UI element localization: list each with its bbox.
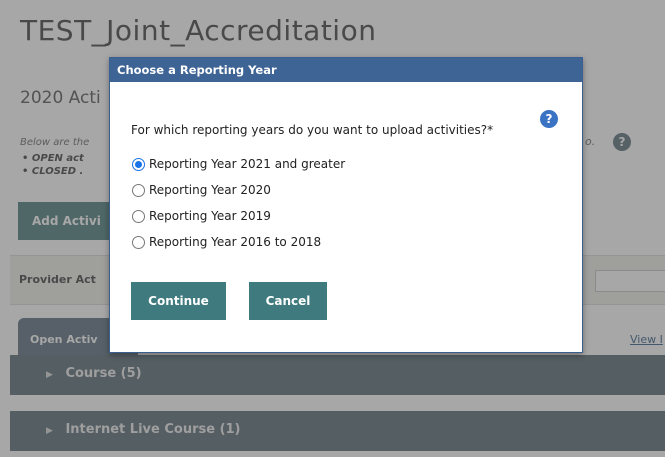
option-label: Reporting Year 2019 (149, 209, 271, 223)
radio-button[interactable] (132, 235, 145, 249)
option-label: Reporting Year 2020 (149, 183, 271, 197)
dialog-title: Choose a Reporting Year (110, 58, 582, 82)
cancel-button[interactable]: Cancel (249, 282, 327, 320)
radio-button[interactable] (132, 209, 145, 223)
radio-button[interactable] (132, 183, 145, 197)
option-label: Reporting Year 2021 and greater (149, 157, 346, 171)
option-label: Reporting Year 2016 to 2018 (149, 235, 322, 249)
radio-button[interactable] (132, 157, 145, 171)
option-2021-and-greater[interactable]: Reporting Year 2021 and greater (132, 151, 345, 177)
dialog-question: For which reporting years do you want to… (131, 123, 494, 137)
option-2019[interactable]: Reporting Year 2019 (132, 203, 345, 229)
reporting-year-options: Reporting Year 2021 and greater Reportin… (132, 151, 345, 255)
reporting-year-dialog: Choose a Reporting Year For which report… (109, 57, 583, 353)
continue-button[interactable]: Continue (131, 282, 226, 320)
option-2020[interactable]: Reporting Year 2020 (132, 177, 345, 203)
help-icon[interactable]: ? (540, 110, 558, 128)
option-2016-to-2018[interactable]: Reporting Year 2016 to 2018 (132, 229, 345, 255)
